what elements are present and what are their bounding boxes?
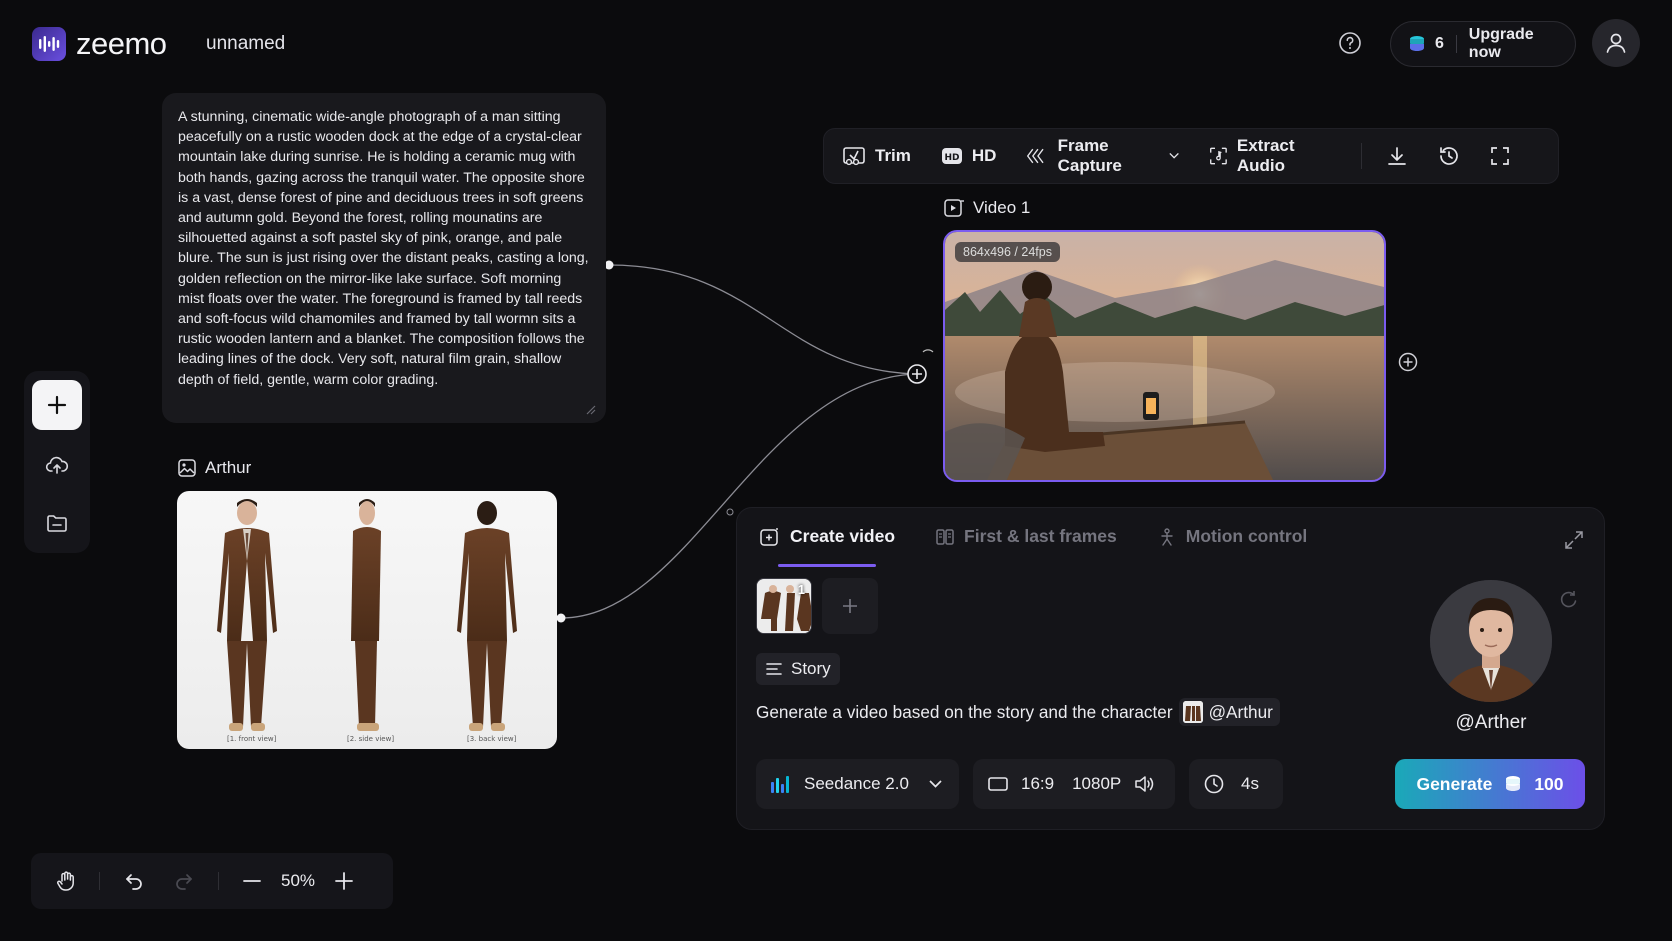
upload-cloud-icon[interactable] xyxy=(32,442,82,488)
expand-icon[interactable] xyxy=(1564,530,1584,550)
character-avatar[interactable] xyxy=(1430,580,1552,702)
character-handle: @Arther xyxy=(1455,712,1527,733)
reference-index: 1 xyxy=(797,582,805,597)
canvas-controls: 50% xyxy=(31,853,393,909)
extract-audio-button[interactable]: Extract Audio xyxy=(1209,136,1331,176)
download-icon[interactable] xyxy=(1386,145,1408,167)
story-chip[interactable]: Story xyxy=(756,653,840,685)
redo-icon[interactable] xyxy=(168,870,202,892)
add-node-button[interactable] xyxy=(32,380,82,430)
mention-avatar xyxy=(1182,701,1203,723)
app-name: zeemo xyxy=(76,26,167,61)
view-caption: [3. back view] xyxy=(467,735,517,743)
hand-tool-icon[interactable] xyxy=(49,870,83,892)
story-lines-icon xyxy=(766,663,782,675)
add-reference-button[interactable] xyxy=(822,578,878,634)
aspect-ratio-value: 16:9 xyxy=(1021,774,1055,793)
clock-icon xyxy=(1204,774,1224,794)
credits-upgrade-pill[interactable]: 6 Upgrade now xyxy=(1390,21,1576,67)
video-thumbnail xyxy=(945,232,1384,480)
plus-icon xyxy=(47,395,67,415)
zoom-level[interactable]: 50% xyxy=(269,871,327,891)
view-caption: [1. front view] xyxy=(227,735,277,743)
undo-icon[interactable] xyxy=(116,870,150,892)
character-name: Arthur xyxy=(205,458,252,477)
svg-text:HD: HD xyxy=(944,153,959,163)
video-node-label: Video 1 xyxy=(943,198,1030,218)
aspect-ratio-icon xyxy=(988,777,1008,791)
input-port-icon xyxy=(907,349,934,384)
story-text-node[interactable]: A stunning, cinematic wide-angle photogr… xyxy=(162,93,606,423)
reference-thumbnail[interactable]: 1 xyxy=(756,578,812,634)
output-port-icon[interactable] xyxy=(1398,352,1418,372)
video-preview[interactable]: 864x496 / 24fps xyxy=(943,230,1386,482)
character-node-label: Arthur xyxy=(177,458,251,478)
tab-first-last-frames[interactable]: First & last frames xyxy=(935,526,1117,547)
image-icon xyxy=(178,459,196,477)
upgrade-button[interactable]: Upgrade now xyxy=(1469,26,1559,62)
extract-audio-icon xyxy=(1210,147,1227,165)
tab-motion-control[interactable]: Motion control xyxy=(1157,526,1307,547)
seedance-icon xyxy=(771,776,789,793)
motion-icon xyxy=(1161,527,1173,546)
active-tab-indicator xyxy=(778,564,876,567)
video-prompt[interactable]: Generate a video based on the story and … xyxy=(756,698,1280,726)
view-caption: [2. side view] xyxy=(347,735,395,743)
app-logo[interactable]: zeemo xyxy=(32,26,167,62)
zoom-in-icon[interactable] xyxy=(327,870,361,892)
history-icon[interactable] xyxy=(1438,145,1460,167)
zoom-out-icon[interactable] xyxy=(235,870,269,892)
frame-capture-dropdown[interactable]: Frame Capture xyxy=(1026,136,1179,176)
create-video-icon xyxy=(760,527,778,546)
character-turnaround-image xyxy=(217,499,517,731)
zeemo-logo-icon xyxy=(32,27,66,61)
fullscreen-icon[interactable] xyxy=(1490,146,1510,166)
plus-icon xyxy=(843,599,857,613)
trim-button[interactable]: Trim xyxy=(842,145,911,167)
video-resolution-badge: 864x496 / 24fps xyxy=(955,242,1060,262)
model-selector[interactable]: Seedance 2.0 xyxy=(756,759,959,809)
duration-selector[interactable]: 4s xyxy=(1189,759,1283,809)
character-mention[interactable]: @Arthur xyxy=(1178,698,1280,726)
trim-icon xyxy=(843,147,865,166)
refresh-icon[interactable] xyxy=(1557,588,1579,610)
panel-tabs: Create video First & last frames Motion … xyxy=(759,526,1307,547)
help-icon[interactable] xyxy=(1338,31,1362,55)
folder-icon[interactable] xyxy=(32,500,82,546)
character-reference-image[interactable]: [1. front view] [2. side view] [3. back … xyxy=(177,491,557,749)
user-icon xyxy=(1604,31,1628,55)
video-toolbar: Trim HD HD Frame Capture Extract Audio xyxy=(823,128,1559,184)
frames-icon xyxy=(936,528,954,545)
resize-handle-icon[interactable] xyxy=(584,403,596,415)
tab-create-video[interactable]: Create video xyxy=(759,526,895,547)
left-toolbar xyxy=(24,371,90,553)
coins-icon xyxy=(1407,34,1427,54)
create-video-panel: Create video First & last frames Motion … xyxy=(736,507,1605,830)
chevron-down-icon xyxy=(929,780,942,788)
hd-button[interactable]: HD HD xyxy=(941,146,996,166)
volume-icon xyxy=(1135,776,1154,792)
generate-button[interactable]: Generate 100 xyxy=(1395,759,1585,809)
generate-cost: 100 xyxy=(1534,773,1564,794)
hd-icon: HD xyxy=(941,148,962,164)
resolution-value: 1080P xyxy=(1072,774,1122,793)
project-name[interactable]: unnamed xyxy=(206,33,285,55)
coins-icon xyxy=(1506,776,1521,791)
frame-capture-icon xyxy=(1027,148,1045,164)
credit-count: 6 xyxy=(1435,35,1444,52)
story-text[interactable]: A stunning, cinematic wide-angle photogr… xyxy=(178,107,590,390)
user-avatar-button[interactable] xyxy=(1592,19,1640,67)
format-settings[interactable]: 16:9 1080P xyxy=(973,759,1175,809)
chevron-down-icon xyxy=(1169,152,1179,159)
video-icon xyxy=(944,199,964,217)
